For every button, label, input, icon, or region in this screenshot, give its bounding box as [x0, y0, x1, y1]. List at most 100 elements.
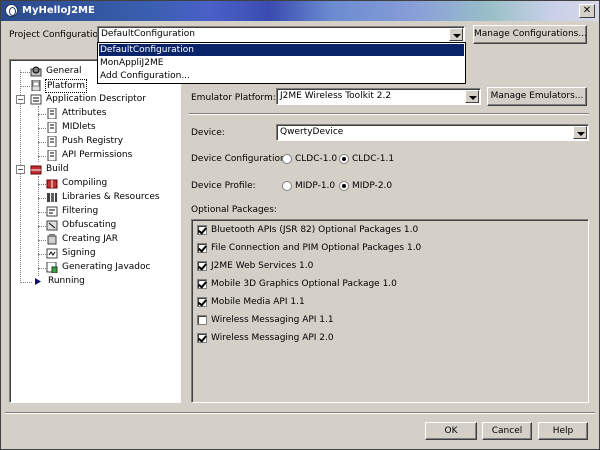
close-button[interactable]: ✕ — [579, 4, 595, 18]
tree-item-label: Creating JAR — [62, 234, 119, 244]
tree-item-label: General — [46, 66, 82, 76]
tree-line — [38, 268, 46, 269]
optional-packages-label: Optional Packages: — [191, 205, 277, 215]
manage-configurations-button[interactable]: Manage Configurations... — [473, 25, 587, 44]
tree-line — [38, 254, 46, 255]
package-checkbox[interactable] — [197, 261, 207, 271]
package-label: Wireless Messaging API 2.0 — [211, 333, 334, 343]
package-checkbox[interactable] — [197, 225, 207, 235]
title-bar[interactable]: MyHelloJ2ME ✕ — [1, 1, 599, 21]
midp20-radio[interactable] — [339, 181, 349, 191]
package-checkbox[interactable] — [197, 333, 207, 343]
javadoc-icon — [46, 261, 58, 274]
tree-item-label: Filtering — [62, 206, 99, 216]
tree-line — [38, 184, 46, 185]
tree-line — [38, 128, 46, 129]
document-icon — [46, 135, 58, 148]
separator — [5, 412, 595, 414]
app-icon — [5, 4, 18, 17]
midp10-radio[interactable] — [282, 181, 292, 191]
obfuscate-icon — [46, 220, 58, 231]
tree-line — [38, 198, 46, 199]
tree-item-label: MIDlets — [62, 122, 96, 132]
dropdown-option[interactable]: MonAppliJ2ME — [99, 57, 464, 69]
filter-icon — [46, 206, 58, 217]
tree-item-label: Push Registry — [62, 136, 124, 146]
tree-item-label: Platform — [45, 79, 87, 93]
dropdown-option[interactable]: Add Configuration... — [99, 70, 464, 82]
play-icon — [32, 276, 44, 287]
device-label: Device: — [191, 128, 225, 138]
dropdown-option[interactable]: DefaultConfiguration — [99, 44, 464, 56]
window-title: MyHelloJ2ME — [22, 5, 95, 16]
tree-line — [38, 212, 46, 213]
cldc10-label: CLDC-1.0 — [295, 154, 338, 164]
device-profile-label: Device Profile: — [191, 181, 256, 191]
descriptor-icon — [30, 94, 42, 105]
manage-emulators-button[interactable]: Manage Emulators... — [487, 87, 587, 106]
compile-icon — [46, 178, 58, 189]
tree-line — [38, 240, 46, 241]
cldc11-radio[interactable] — [339, 154, 349, 164]
tree-line — [38, 142, 46, 143]
package-checkbox[interactable] — [197, 315, 207, 325]
package-label: J2ME Web Services 1.0 — [211, 261, 314, 271]
tree-line — [38, 226, 46, 227]
tree-item-label: Compiling — [62, 178, 108, 188]
cldc10-radio[interactable] — [282, 154, 292, 164]
separator — [189, 113, 589, 115]
device-combo[interactable]: QwertyDevice — [276, 124, 589, 141]
category-tree: General Platform − Application Descripto… — [9, 59, 181, 403]
emulator-platform-value: J2ME Wireless Toolkit 2.2 — [280, 91, 392, 101]
tree-item-label: Build — [46, 164, 69, 174]
tree-item-label: Libraries & Resources — [62, 192, 160, 202]
document-icon — [46, 121, 58, 134]
chevron-down-icon[interactable] — [465, 90, 479, 103]
tree-item-label: Attributes — [62, 108, 107, 118]
collapse-icon[interactable]: − — [16, 95, 25, 104]
chevron-down-icon[interactable] — [449, 28, 463, 41]
package-checkbox[interactable] — [197, 297, 207, 307]
emulator-platform-label: Emulator Platform: — [191, 93, 276, 103]
ok-button[interactable]: OK — [425, 422, 477, 440]
collapse-icon[interactable]: − — [16, 165, 25, 174]
tree-line — [38, 114, 46, 115]
tree-item-label: API Permissions — [62, 150, 133, 160]
project-config-combo[interactable]: DefaultConfiguration — [97, 26, 465, 43]
phone-icon — [30, 79, 42, 92]
project-config-value: DefaultConfiguration — [101, 29, 195, 39]
package-label: Wireless Messaging API 1.1 — [211, 315, 334, 325]
gear-icon — [30, 66, 42, 77]
tree-line — [20, 72, 30, 73]
tree-item-label: Running — [48, 276, 85, 286]
chevron-down-icon[interactable] — [573, 126, 587, 139]
jar-icon — [46, 234, 58, 245]
package-checkbox[interactable] — [197, 243, 207, 253]
device-value: QwertyDevice — [280, 127, 344, 137]
emulator-platform-combo[interactable]: J2ME Wireless Toolkit 2.2 — [276, 88, 481, 105]
tree-item-label: Signing — [62, 248, 96, 258]
document-icon — [46, 107, 58, 120]
document-icon — [46, 149, 58, 162]
library-icon — [46, 192, 58, 203]
cancel-button[interactable]: Cancel — [482, 422, 532, 440]
package-label: File Connection and PIM Optional Package… — [211, 243, 422, 253]
device-configuration-label: Device Configuration: — [191, 154, 289, 164]
dialog-window: MyHelloJ2ME ✕ Project Configuration: Def… — [0, 0, 600, 450]
package-label: Mobile 3D Graphics Optional Package 1.0 — [211, 279, 397, 289]
midp10-label: MIDP-1.0 — [295, 181, 336, 191]
project-config-dropdown: DefaultConfiguration MonAppliJ2ME Add Co… — [97, 42, 466, 84]
midp20-label: MIDP-2.0 — [352, 181, 393, 191]
package-checkbox[interactable] — [197, 279, 207, 289]
tree-line — [20, 86, 30, 87]
package-label: Bluetooth APIs (JSR 82) Optional Package… — [211, 225, 419, 235]
tree-line — [38, 156, 46, 157]
optional-packages-list: Bluetooth APIs (JSR 82) Optional Package… — [191, 219, 589, 403]
tree-item-label: Application Descriptor — [46, 94, 146, 104]
tree-item-label: Obfuscating — [62, 220, 117, 230]
build-icon — [30, 164, 42, 175]
help-button[interactable]: Help — [538, 422, 588, 440]
project-config-label: Project Configuration: — [9, 30, 107, 40]
tree-line — [20, 282, 32, 283]
package-label: Mobile Media API 1.1 — [211, 297, 305, 307]
